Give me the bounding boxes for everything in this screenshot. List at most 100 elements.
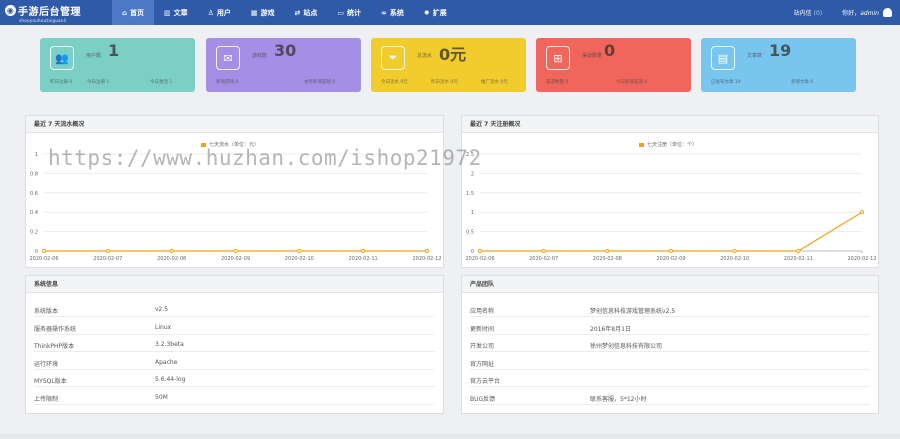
info-key: 官方网址 <box>470 360 495 368</box>
stat-card-sub: 新增文章 0 <box>791 80 814 85</box>
nav-item-0[interactable]: ⌂ 首页 <box>112 0 155 25</box>
stat-card-sub: 昨日流水 0元 <box>431 80 458 85</box>
info-row: 官方云平台 <box>470 371 870 387</box>
info-key: 服务器操作系统 <box>34 325 77 333</box>
nav-label: 系统 <box>389 8 404 17</box>
x-tick-label: 2020-02-08 <box>157 256 186 262</box>
stat-card-1[interactable]: ✉ 游戏数 30 新增游戏 0 本月新增游戏 0 <box>206 38 361 92</box>
stat-card-sub: 本月新增游戏 0 <box>304 80 336 85</box>
user-avatar-icon[interactable] <box>883 8 892 17</box>
info-value: Linux <box>155 323 172 331</box>
data-point[interactable] <box>361 248 366 254</box>
stat-card-sub: 推广流水 0元 <box>481 80 508 85</box>
stat-card-3[interactable]: ⊞ 渠道数量 0 渠道数量 0 今日新增渠道 0 <box>536 38 691 92</box>
y-tick-label: 0 <box>471 249 474 255</box>
data-point[interactable] <box>796 248 801 254</box>
monitor-icon: ▭ <box>337 8 345 17</box>
nav-label: 扩展 <box>432 8 447 17</box>
footer-bar <box>0 434 900 439</box>
nav-label: 统计 <box>347 8 362 17</box>
stat-card-sub: 今日新增渠道 0 <box>616 80 648 85</box>
grid-icon: ▦ <box>250 8 258 17</box>
nav-label: 用户 <box>216 8 231 17</box>
stat-card-4[interactable]: ▤ 文章数 19 已发布文章 19 新增文章 0 <box>701 38 856 92</box>
data-point[interactable] <box>477 248 483 254</box>
users-icon: 👥 <box>50 46 74 70</box>
info-key: 系统版本 <box>34 308 59 315</box>
document-icon: ▤ <box>711 46 735 70</box>
data-point[interactable] <box>605 248 610 254</box>
stat-card-sub: 今日注册 1 <box>87 80 110 85</box>
data-point[interactable] <box>105 248 110 254</box>
info-row: 开发公司 徐州梦创信息科技有限公司 <box>470 336 870 352</box>
x-tick-label: 2020-02-07 <box>529 256 558 262</box>
stat-card-value: 0 <box>604 41 616 60</box>
info-row: 官方网址 <box>470 354 870 370</box>
nav-item-6[interactable]: ∞ 系统 <box>371 0 414 25</box>
register-chart-title: 最近 7 天注册概况 <box>462 116 878 133</box>
user-icon: ♙ <box>207 8 214 17</box>
info-value: Apache <box>155 358 178 366</box>
x-tick-label: 2020-02-11 <box>349 256 378 262</box>
stat-card-label: 用户数 <box>86 53 102 59</box>
stat-card-value: 30 <box>274 41 297 60</box>
nav-item-1[interactable]: ▥ 文章 <box>154 0 198 25</box>
x-tick-label: 2020-02-09 <box>656 256 685 262</box>
nav-item-7[interactable]: ✹ 扩展 <box>414 0 457 25</box>
nav-item-3[interactable]: ▦ 游戏 <box>241 0 285 25</box>
data-point[interactable] <box>424 248 430 254</box>
nav-item-5[interactable]: ▭ 统计 <box>327 0 371 25</box>
data-point[interactable] <box>668 248 674 254</box>
nav-item-2[interactable]: ♙ 用户 <box>198 0 241 25</box>
data-point[interactable] <box>233 248 238 254</box>
data-point[interactable] <box>732 248 737 254</box>
user-greeting[interactable]: 你好，admin <box>842 8 879 17</box>
info-key: MYSQL版本 <box>34 378 67 385</box>
info-row: 系统版本 v2.5 <box>34 301 435 317</box>
data-point[interactable] <box>169 248 174 254</box>
info-key: BUG反馈 <box>470 395 496 403</box>
x-tick-label: 2020-02-06 <box>29 256 58 262</box>
inbox-link[interactable]: 站内信 (0) <box>794 8 823 17</box>
y-tick-label: 0.5 <box>466 230 474 236</box>
info-value: 联系客服，5*12小时 <box>590 395 647 403</box>
system-info-title: 系统信息 <box>26 276 443 293</box>
data-point[interactable] <box>297 248 302 254</box>
info-row: MYSQL版本 5.6.44-log <box>34 371 435 387</box>
info-key: 官方云平台 <box>470 378 501 385</box>
x-tick-label: 2020-02-09 <box>221 256 250 262</box>
stat-card-0[interactable]: 👥 用户数 1 昨日注册 0 今日注册 1 今日激活 1 <box>40 38 195 92</box>
x-tick-label: 2020-02-06 <box>465 256 494 262</box>
info-key: 运行环境 <box>34 360 59 368</box>
info-value: 5.6.44-log <box>155 376 186 383</box>
info-row: 更新时间 2016年8月1日 <box>470 319 870 335</box>
info-row: 运行环境 Apache <box>34 354 435 370</box>
data-point[interactable] <box>541 248 546 254</box>
info-value: v2.5 <box>155 306 169 313</box>
y-tick-label: 0.4 <box>30 210 38 216</box>
info-key: ThinkPHP版本 <box>34 343 75 350</box>
data-point[interactable] <box>859 210 865 215</box>
shuffle-icon: ⇄ <box>294 8 301 17</box>
logo-subtitle: shouyouhoutaiguanli <box>19 17 67 23</box>
stat-card-value: 1 <box>108 41 120 60</box>
data-point[interactable] <box>41 248 47 254</box>
x-tick-label: 2020-02-12 <box>412 256 441 262</box>
nav-item-4[interactable]: ⇄ 站点 <box>285 0 328 25</box>
main-nav: ⌂ 首页 ▥ 文章 ♙ 用户 ▦ 游戏 ⇄ 站点 ▭ 统计 ∞ 系统 ✹ 扩展 <box>112 0 457 25</box>
info-value: 徐州梦创信息科技有限公司 <box>590 343 663 350</box>
stat-card-value: 0元 <box>439 45 467 64</box>
app-logo[interactable]: ◉ 手游后台管理 shouyouhoutaiguanli <box>0 0 112 25</box>
stat-card-label: 渠道数量 <box>582 53 603 59</box>
filter-icon: ⏷ <box>381 46 405 70</box>
inbox-count: (0) <box>813 10 823 17</box>
flow-chart-panel: 最近 7 天流水概况 七天流水（单位：元） 0 0.2 0.4 0.6 0.8 1 2020… <box>25 115 444 268</box>
stat-card-sub: 昨日注册 0 <box>50 80 73 85</box>
y-tick-label: 1.5 <box>466 191 474 197</box>
stat-card-2[interactable]: ⏷ 总流水 0元 今日流水 0元 昨日流水 0元 推广流水 0元 <box>371 38 526 92</box>
home-icon: ⌂ <box>122 8 128 17</box>
x-tick-label: 2020-02-08 <box>593 256 622 262</box>
sitemap-icon: ⊞ <box>546 46 570 70</box>
stat-card-sub: 新增游戏 0 <box>216 80 239 85</box>
info-key: 上传限制 <box>34 395 59 403</box>
